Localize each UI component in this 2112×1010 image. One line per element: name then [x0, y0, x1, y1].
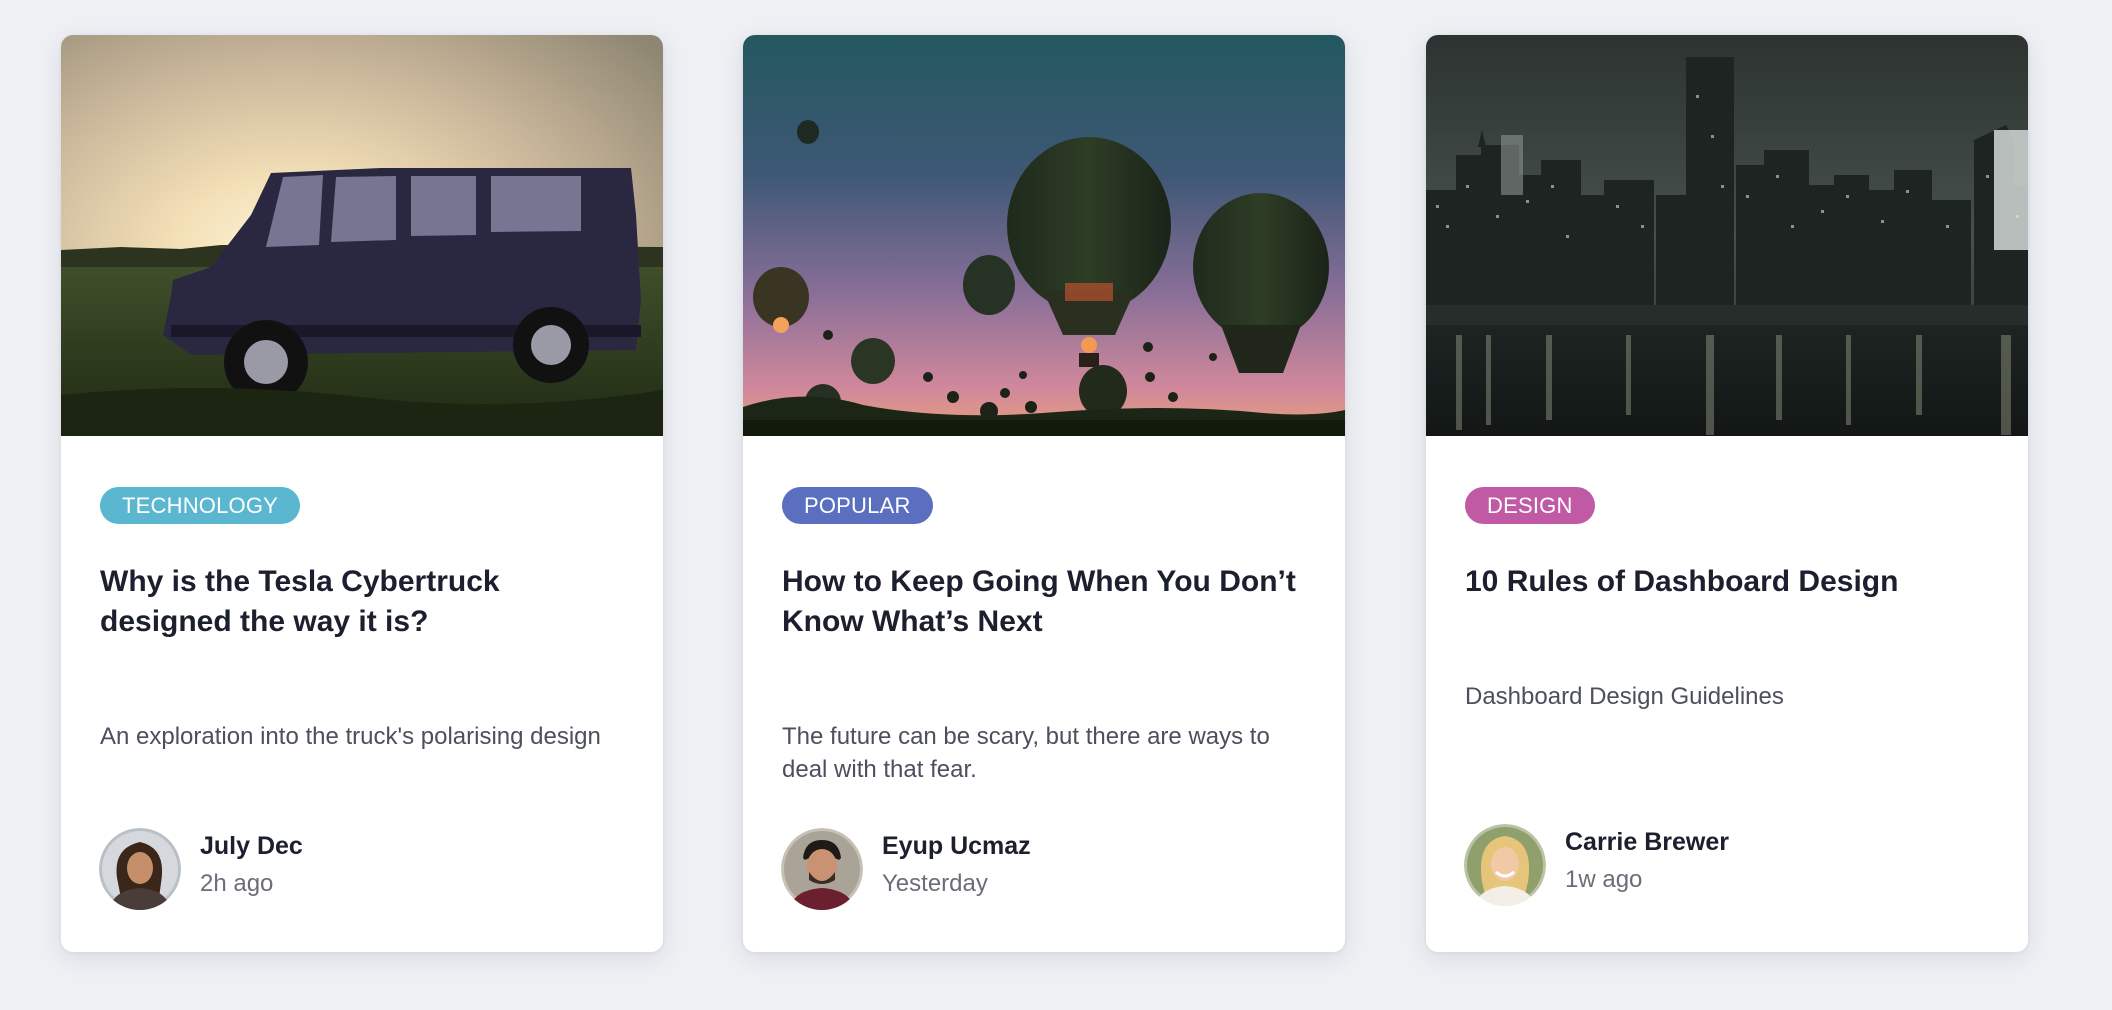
- article-card-keep-going[interactable]: POPULAR How to Keep Going When You Don’t…: [743, 35, 1345, 952]
- author-name[interactable]: July Dec: [200, 832, 303, 861]
- author-avatar: [781, 828, 863, 910]
- category-tag-popular[interactable]: POPULAR: [782, 487, 933, 524]
- author-avatar: [1464, 824, 1546, 906]
- article-card-dashboard-design[interactable]: DESIGN 10 Rules of Dashboard Design Dash…: [1426, 35, 2028, 952]
- card-title[interactable]: Why is the Tesla Cybertruck designed the…: [100, 562, 630, 642]
- card-description: Dashboard Design Guidelines: [1465, 683, 1784, 710]
- card-description: An exploration into the truck's polarisi…: [100, 723, 601, 750]
- card-title[interactable]: How to Keep Going When You Don’t Know Wh…: [782, 562, 1312, 642]
- post-time: 1w ago: [1565, 866, 1643, 893]
- article-card-tesla-cybertruck[interactable]: TECHNOLOGY Why is the Tesla Cybertruck d…: [61, 35, 663, 952]
- post-time: Yesterday: [882, 870, 988, 897]
- author-avatar: [99, 828, 181, 910]
- category-tag-design[interactable]: DESIGN: [1465, 487, 1595, 524]
- post-time: 2h ago: [200, 870, 274, 897]
- category-tag-technology[interactable]: TECHNOLOGY: [100, 487, 301, 524]
- author-name[interactable]: Eyup Ucmaz: [882, 832, 1031, 861]
- card-description: The future can be scary, but there are w…: [782, 723, 1270, 783]
- vintage-truck-image: [61, 35, 663, 436]
- city-skyline-image: [1426, 35, 2028, 436]
- card-title[interactable]: 10 Rules of Dashboard Design: [1465, 562, 1995, 602]
- author-name[interactable]: Carrie Brewer: [1565, 828, 1729, 857]
- hot-air-balloons-image: [743, 35, 1345, 436]
